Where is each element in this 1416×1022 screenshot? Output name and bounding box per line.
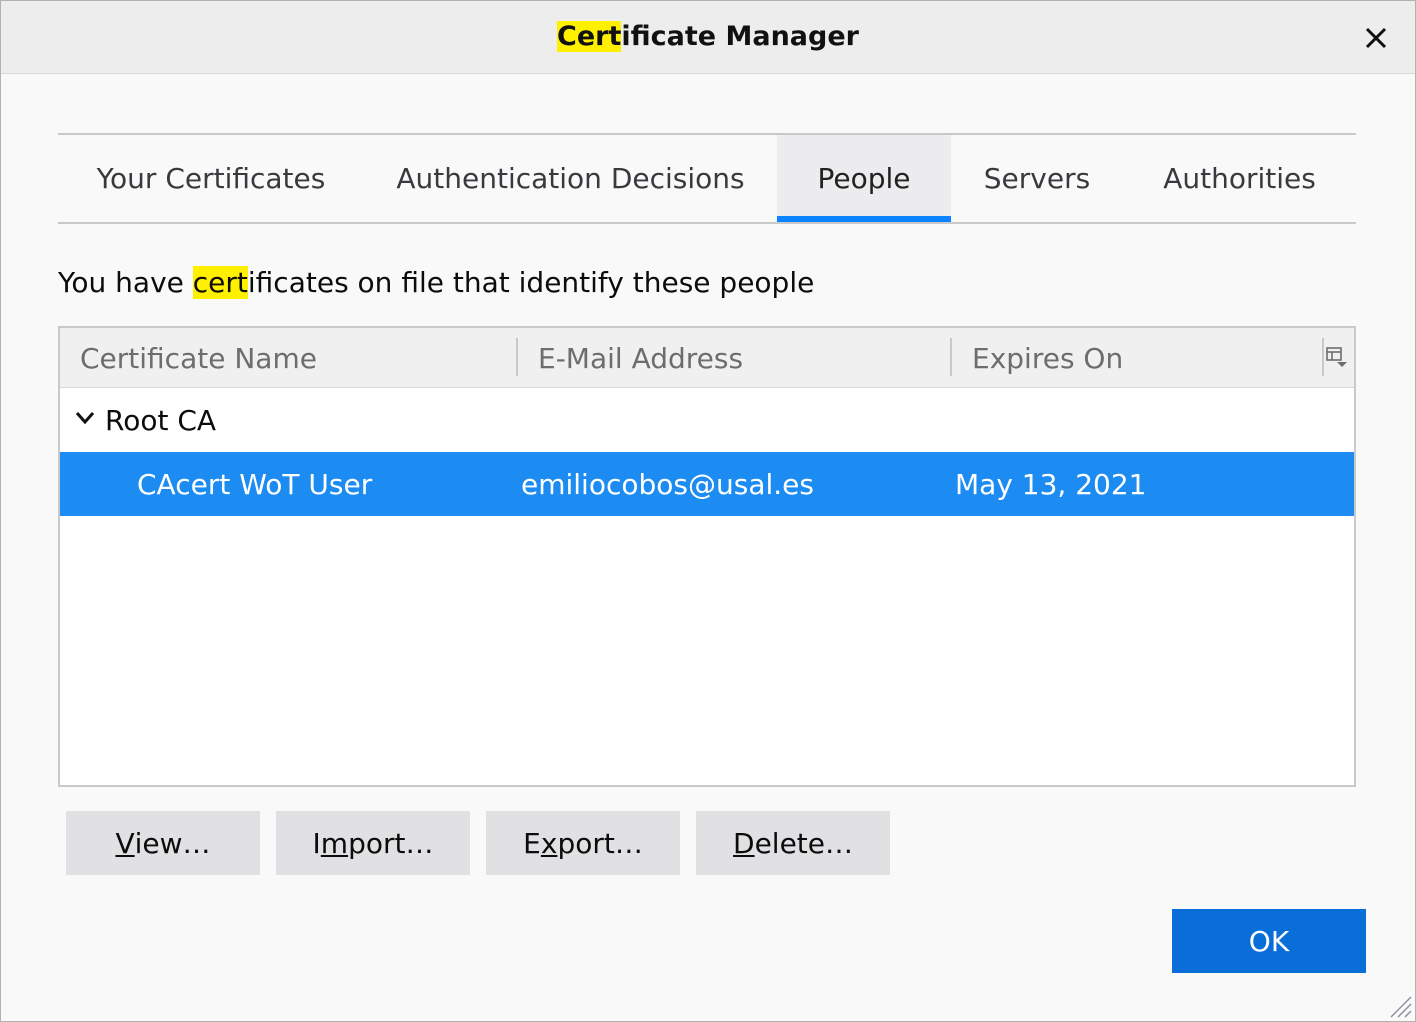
button-label-pre: I	[312, 826, 321, 860]
column-header-label: Certificate Name	[80, 341, 317, 375]
button-label-post: elete…	[754, 826, 853, 860]
view-button[interactable]: View…	[66, 811, 260, 875]
group-name: Root CA	[105, 404, 217, 437]
tree-row[interactable]: CAcert WoT User emiliocobos@usal.es May …	[60, 452, 1354, 516]
column-header-certificate-name[interactable]: Certificate Name	[80, 328, 510, 388]
accesskey: m	[320, 826, 349, 860]
tab-authentication-decisions[interactable]: Authentication Decisions	[364, 135, 777, 222]
ok-button[interactable]: OK	[1172, 909, 1366, 973]
column-splitter[interactable]	[516, 338, 518, 376]
column-picker-button[interactable]	[1324, 344, 1350, 370]
tab-strip: Your Certificates Authentication Decisio…	[58, 133, 1356, 224]
cell-email: emiliocobos@usal.es	[521, 468, 814, 501]
button-label-pre: E	[523, 826, 541, 860]
tree-group-row[interactable]: Root CA	[60, 388, 1354, 452]
accesskey: x	[540, 826, 558, 860]
people-certificate-tree[interactable]: Certificate Name E-Mail Address Expires …	[58, 326, 1356, 787]
cell-certificate-name: CAcert WoT User	[137, 468, 373, 501]
accesskey: V	[115, 826, 135, 860]
button-label-post: iew…	[134, 826, 211, 860]
button-label-post: port…	[348, 826, 434, 860]
column-picker-icon	[1326, 347, 1347, 367]
people-description: You have certificates on file that ident…	[58, 266, 814, 299]
import-button[interactable]: Im port…	[276, 811, 470, 875]
chevron-down-icon[interactable]	[74, 410, 96, 426]
close-button[interactable]	[1359, 21, 1393, 55]
column-header-label: E-Mail Address	[538, 341, 744, 375]
tab-authorities[interactable]: Authorities	[1123, 135, 1356, 222]
tab-label: Servers	[983, 162, 1091, 195]
window-title: Certificate Manager	[1, 21, 1415, 52]
button-label-post: port…	[557, 826, 643, 860]
tab-your-certificates[interactable]: Your Certificates	[58, 135, 364, 222]
accesskey: D	[733, 826, 755, 860]
close-icon	[1365, 27, 1387, 49]
tab-servers[interactable]: Servers	[951, 135, 1123, 222]
export-button[interactable]: Ex port…	[486, 811, 680, 875]
tab-label: Authorities	[1163, 162, 1316, 195]
tab-label: Authentication Decisions	[396, 162, 745, 195]
tab-people[interactable]: People	[777, 135, 951, 222]
tree-header: Certificate Name E-Mail Address Expires …	[60, 328, 1354, 388]
column-header-email[interactable]: E-Mail Address	[538, 328, 938, 388]
titlebar: Certificate Manager	[1, 1, 1415, 74]
cell-expires-on: May 13, 2021	[955, 468, 1147, 501]
column-header-expires-on[interactable]: Expires On	[972, 328, 1312, 388]
title-search-highlight: Cert	[557, 21, 622, 52]
description-after: ificates on file that identify these peo…	[247, 266, 815, 299]
column-splitter[interactable]	[950, 338, 952, 376]
column-header-label: Expires On	[972, 341, 1124, 375]
resize-grip-icon[interactable]	[1387, 993, 1413, 1019]
delete-button[interactable]: Delete…	[696, 811, 890, 875]
tab-label: People	[817, 162, 911, 195]
tab-label: Your Certificates	[96, 162, 326, 195]
description-before: You have	[58, 266, 193, 299]
certificate-manager-window: Certificate Manager Your Certificates Au…	[0, 0, 1416, 1022]
description-search-highlight: cert	[192, 266, 248, 299]
title-text: ificate Manager	[621, 21, 859, 52]
